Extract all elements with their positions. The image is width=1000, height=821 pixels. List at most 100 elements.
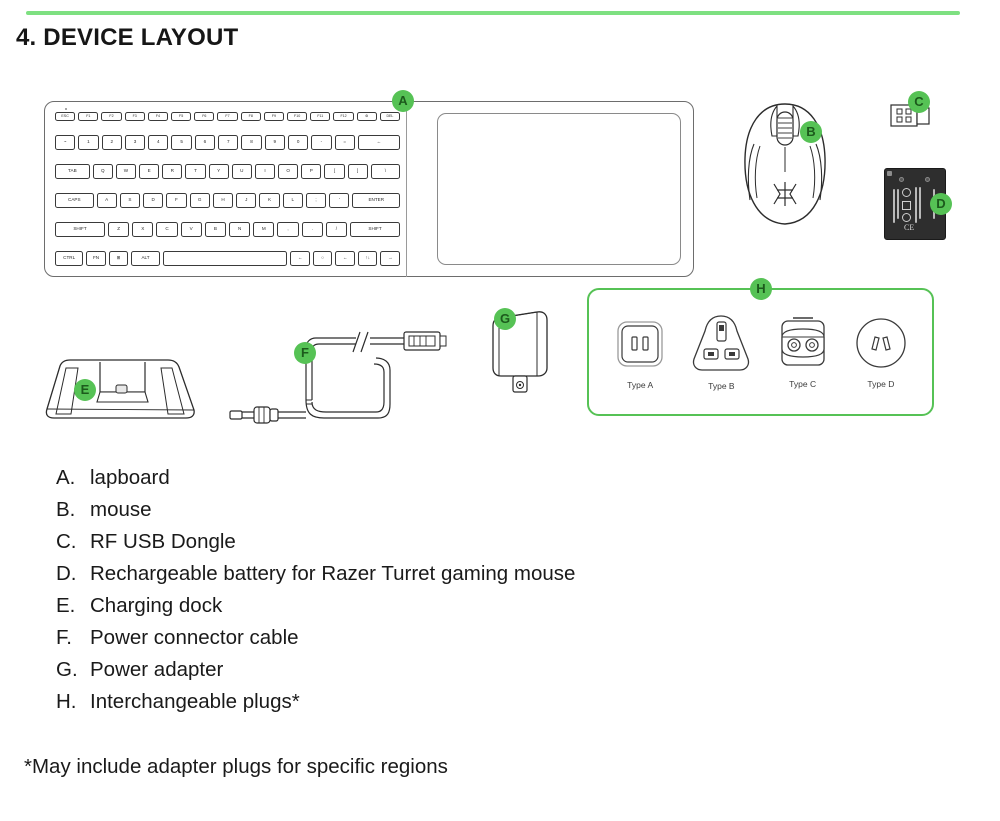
key-4[interactable]: 4 xyxy=(148,135,169,150)
legend-label-h: Interchangeable plugs* xyxy=(90,690,300,713)
key-n[interactable]: N xyxy=(229,222,251,237)
key-backslash[interactable]: \ xyxy=(370,164,401,179)
key-f11[interactable]: F11 xyxy=(310,112,331,121)
key-arrow-up-down[interactable]: ↑↓ xyxy=(357,251,378,266)
list-item: A. lapboard xyxy=(56,462,836,494)
key-f6[interactable]: F6 xyxy=(194,112,215,121)
key-i[interactable]: I xyxy=(254,164,276,179)
key-f[interactable]: F xyxy=(166,193,187,208)
key-quote[interactable]: ' xyxy=(329,193,350,208)
key-trackpoint-icon[interactable]: ○ xyxy=(312,251,333,266)
key-settings-icon[interactable]: ⚙ xyxy=(356,112,377,121)
power-connector-cable-figure xyxy=(228,318,468,428)
touchpad-mousepad[interactable] xyxy=(437,113,681,265)
key-bracket-right[interactable]: ] xyxy=(347,164,368,179)
key-h[interactable]: H xyxy=(212,193,234,208)
key-capslock[interactable]: CAPS xyxy=(55,193,94,208)
legend-key-e: E. xyxy=(56,594,76,617)
key-x[interactable]: X xyxy=(132,222,154,237)
key-g[interactable]: G xyxy=(189,193,210,208)
keyboard-row-bottom: SHIFT Z X C V B N M , . / SHIFT xyxy=(55,222,401,237)
key-l[interactable]: L xyxy=(282,193,303,208)
key-f8[interactable]: F8 xyxy=(240,112,261,121)
key-windows-icon[interactable]: ⊞ xyxy=(108,251,129,266)
key-backspace[interactable]: ← xyxy=(357,135,401,150)
key-j[interactable]: J xyxy=(236,193,257,208)
key-a[interactable]: A xyxy=(96,193,117,208)
key-8[interactable]: 8 xyxy=(241,135,262,150)
key-f9[interactable]: F9 xyxy=(263,112,285,121)
legend-label-b: mouse xyxy=(90,498,152,521)
key-6[interactable]: 6 xyxy=(194,135,216,150)
key-alt[interactable]: ALT xyxy=(131,251,160,266)
key-shift-right[interactable]: SHIFT xyxy=(350,222,401,237)
key-1[interactable]: 1 xyxy=(78,135,99,150)
key-tilde[interactable]: ~ xyxy=(55,135,76,150)
key-shift-left[interactable]: SHIFT xyxy=(55,222,105,237)
key-w[interactable]: W xyxy=(115,164,137,179)
key-o[interactable]: O xyxy=(278,164,299,179)
key-s[interactable]: S xyxy=(119,193,141,208)
list-item: G. Power adapter xyxy=(56,654,836,686)
key-bracket-left[interactable]: [ xyxy=(324,164,345,179)
legend-key-h: H. xyxy=(56,690,77,713)
key-e[interactable]: E xyxy=(139,164,160,179)
key-9[interactable]: 9 xyxy=(264,135,285,150)
key-enter[interactable]: ENTER xyxy=(352,193,401,208)
key-b[interactable]: B xyxy=(204,222,227,237)
key-fn[interactable]: FN xyxy=(86,251,106,266)
key-f3[interactable]: F3 xyxy=(124,112,145,121)
key-space[interactable] xyxy=(162,251,288,266)
key-arrow-left[interactable]: ← xyxy=(290,251,310,266)
key-5[interactable]: 5 xyxy=(171,135,192,150)
key-comma[interactable]: , xyxy=(277,222,299,237)
key-f5[interactable]: F5 xyxy=(171,112,192,121)
charging-dock-figure xyxy=(40,352,200,424)
key-equals[interactable]: = xyxy=(334,135,355,150)
key-3[interactable]: 3 xyxy=(124,135,146,150)
key-c[interactable]: C xyxy=(156,222,178,237)
key-period[interactable]: . xyxy=(301,222,323,237)
key-y[interactable]: Y xyxy=(208,164,229,179)
key-arrow-left-2[interactable]: ← xyxy=(335,251,355,266)
key-v[interactable]: V xyxy=(180,222,202,237)
key-p[interactable]: P xyxy=(301,164,322,179)
page-title: 4. DEVICE LAYOUT xyxy=(16,24,239,51)
key-f4[interactable]: F4 xyxy=(147,112,169,121)
key-7[interactable]: 7 xyxy=(218,135,239,150)
key-m[interactable]: M xyxy=(253,222,275,237)
key-u[interactable]: U xyxy=(231,164,252,179)
key-k[interactable]: K xyxy=(259,193,280,208)
key-delete[interactable]: DEL xyxy=(379,112,401,121)
key-arrow-right[interactable]: → xyxy=(380,251,401,266)
callout-badge-c: C xyxy=(908,91,930,113)
key-2[interactable]: 2 xyxy=(101,135,122,150)
cable-break-marks xyxy=(352,331,369,353)
callout-badge-a: A xyxy=(392,90,414,112)
key-f1[interactable]: F1 xyxy=(78,112,99,121)
key-semicolon[interactable]: ; xyxy=(305,193,327,208)
plug-type-d-icon xyxy=(856,318,906,368)
key-minus[interactable]: - xyxy=(311,135,332,150)
key-z[interactable]: Z xyxy=(108,222,130,237)
key-t[interactable]: T xyxy=(185,164,206,179)
key-esc[interactable]: ESC xyxy=(55,112,76,121)
legend-key-c: C. xyxy=(56,530,77,553)
key-f10[interactable]: F10 xyxy=(287,112,308,121)
callout-badge-h: H xyxy=(750,278,772,300)
key-ctrl[interactable]: CTRL xyxy=(55,251,84,266)
key-tab[interactable]: TAB xyxy=(55,164,90,179)
key-r[interactable]: R xyxy=(162,164,183,179)
legend-key-d: D. xyxy=(56,562,77,585)
key-0[interactable]: 0 xyxy=(287,135,309,150)
key-f7[interactable]: F7 xyxy=(217,112,238,121)
lapboard-divider xyxy=(406,103,408,277)
key-f12[interactable]: F12 xyxy=(333,112,354,121)
key-f2[interactable]: F2 xyxy=(101,112,122,121)
key-slash[interactable]: / xyxy=(325,222,348,237)
plug-type-b-icon xyxy=(693,315,750,371)
key-d[interactable]: D xyxy=(143,193,164,208)
key-q[interactable]: Q xyxy=(92,164,113,179)
legend-key-a: A. xyxy=(56,466,76,489)
battery-recycle-icon xyxy=(902,213,911,222)
